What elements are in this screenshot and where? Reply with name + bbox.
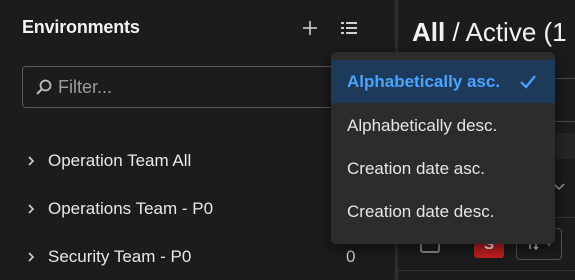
- page-title: All / Active (1: [412, 17, 567, 48]
- row-divider: [398, 270, 575, 271]
- sort-menu: Alphabetically asc. Alphabetically desc.…: [331, 52, 555, 244]
- page-title-scope: All: [412, 17, 446, 47]
- sort-option-label: Creation date asc.: [347, 158, 485, 178]
- sort-option-alpha-asc[interactable]: Alphabetically asc.: [331, 60, 555, 103]
- env-item-count: 0: [346, 247, 356, 266]
- sort-option-label: Alphabetically asc.: [347, 71, 501, 91]
- env-item-security-team-p0[interactable]: Security Team - P0 0: [22, 242, 382, 272]
- filter-input[interactable]: [56, 75, 360, 99]
- check-icon: [520, 75, 536, 89]
- sort-option-date-asc[interactable]: Creation date asc.: [331, 147, 555, 190]
- filter-field[interactable]: [22, 66, 382, 108]
- env-item-label: Operations Team - P0: [48, 199, 214, 218]
- env-item-operations-team-p0[interactable]: Operations Team - P0: [22, 194, 382, 224]
- add-environment-button[interactable]: [298, 16, 322, 40]
- app-window: Environments Filter... Operation Team Al…: [0, 0, 575, 280]
- search-icon: [34, 77, 54, 97]
- env-item-operation-team-all[interactable]: Operation Team All: [22, 146, 382, 176]
- sort-list-icon: [341, 22, 357, 34]
- page-title-status: / Active (1: [445, 17, 567, 47]
- sort-button[interactable]: [337, 16, 361, 40]
- env-item-label: Operation Team All: [48, 151, 192, 170]
- sort-option-label: Alphabetically desc.: [347, 115, 498, 135]
- sort-option-date-desc[interactable]: Creation date desc.: [331, 190, 555, 233]
- chevron-right-icon[interactable]: [24, 250, 38, 264]
- sort-option-label: Creation date desc.: [347, 201, 495, 221]
- env-item-label: Security Team - P0: [48, 247, 192, 266]
- sidebar-title: Environments: [22, 17, 140, 37]
- sort-option-alpha-desc[interactable]: Alphabetically desc.: [331, 104, 555, 147]
- chevron-right-icon[interactable]: [24, 154, 38, 168]
- chevron-right-icon[interactable]: [24, 202, 38, 216]
- plus-icon: [303, 21, 317, 35]
